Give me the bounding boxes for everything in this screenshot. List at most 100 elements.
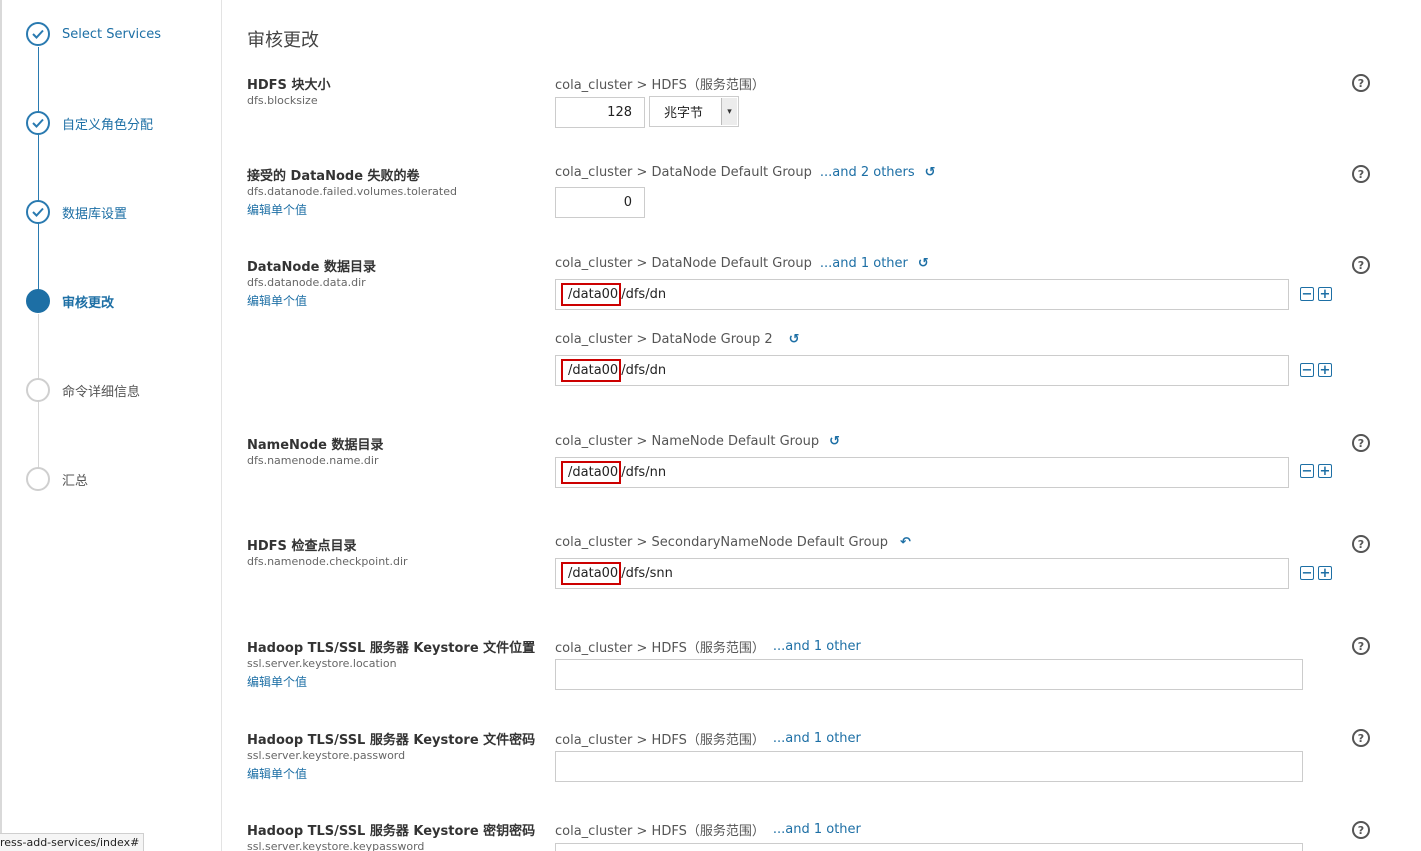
step-summary: 汇总 [26, 466, 88, 492]
step-label: 命令详细信息 [62, 384, 141, 400]
prop-key: dfs.blocksize [247, 94, 318, 107]
undo-icon[interactable]: ↺ [829, 434, 840, 449]
row-controls: − + [1300, 566, 1332, 580]
scope-text: cola_cluster > HDFS（服务范围） [555, 733, 765, 748]
help-icon[interactable]: ? [1352, 821, 1370, 839]
others-link[interactable]: ...and 1 other [773, 731, 861, 746]
help-icon[interactable]: ? [1352, 74, 1370, 92]
help-icon[interactable]: ? [1352, 637, 1370, 655]
prop-scope: cola_cluster > HDFS（服务范围） ...and 1 other [555, 637, 861, 656]
others-link[interactable]: ...and 2 others [820, 165, 915, 180]
prop-scope: cola_cluster > HDFS（服务范围） [555, 74, 765, 93]
scope-text: cola_cluster > HDFS（服务范围） [555, 78, 765, 93]
help-icon[interactable]: ? [1352, 729, 1370, 747]
plus-icon[interactable]: + [1318, 363, 1332, 377]
minus-icon[interactable]: − [1300, 287, 1314, 301]
prop-name: HDFS 块大小 [247, 78, 331, 93]
step-label: 自定义角色分配 [62, 117, 154, 133]
checkpoint-dir-input[interactable]: /data00/dfs/snn [555, 558, 1289, 589]
highlighted-prefix: /data00 [561, 562, 622, 585]
path-rest: /dfs/dn [621, 363, 667, 378]
others-link[interactable]: ...and 1 other [773, 639, 861, 654]
help-icon[interactable]: ? [1352, 256, 1370, 274]
prop-name: Hadoop TLS/SSL 服务器 Keystore 密钥密码 [247, 824, 536, 839]
others-link[interactable]: ...and 1 other [773, 822, 861, 837]
highlighted-prefix: /data00 [561, 283, 622, 306]
scope-text: cola_cluster > DataNode Group 2 [555, 332, 773, 347]
step-label: Select Services [62, 26, 162, 42]
others-link[interactable]: ...and 1 other [820, 256, 908, 271]
keystore-password-input[interactable] [555, 751, 1303, 782]
blocksize-input[interactable]: 128 [555, 97, 645, 128]
help-icon[interactable]: ? [1352, 434, 1370, 452]
chevron-down-icon: ▾ [721, 98, 737, 125]
pending-step-circle-icon [26, 378, 50, 402]
review-changes-panel: 审核更改 HDFS 块大小 dfs.blocksize cola_cluster… [223, 0, 1421, 851]
plus-icon[interactable]: + [1318, 464, 1332, 478]
prop-key: ssl.server.keystore.keypassword [247, 840, 425, 851]
prop-key: ssl.server.keystore.location [247, 657, 397, 670]
edit-individual-values-link[interactable]: 编辑单个值 [247, 673, 307, 690]
help-icon[interactable]: ? [1352, 535, 1370, 553]
revert-icon[interactable]: ↶ [900, 535, 911, 550]
row-controls: − + [1300, 464, 1332, 478]
step-database-setup[interactable]: 数据库设置 [26, 199, 127, 225]
help-icon[interactable]: ? [1352, 165, 1370, 183]
prop-scope: cola_cluster > DataNode Default Group ..… [555, 165, 936, 180]
step-label: 汇总 [62, 473, 89, 489]
prop-name: DataNode 数据目录 [247, 260, 377, 275]
check-icon [26, 200, 50, 224]
prop-key: ssl.server.keystore.password [247, 749, 406, 762]
undo-icon[interactable]: ↺ [789, 332, 800, 347]
minus-icon[interactable]: − [1300, 566, 1314, 580]
scope-text: cola_cluster > HDFS（服务范围） [555, 824, 765, 839]
path-rest: /dfs/nn [621, 465, 667, 480]
keystore-keypassword-input[interactable] [555, 843, 1303, 851]
scope-text: cola_cluster > SecondaryNameNode Default… [555, 535, 889, 550]
current-step-dot-icon [26, 289, 50, 313]
step-select-services[interactable]: Select Services [26, 21, 161, 47]
prop-key: dfs.datanode.data.dir [247, 276, 366, 289]
step-command-details: 命令详细信息 [26, 377, 140, 403]
highlighted-prefix: /data00 [561, 461, 622, 484]
minus-icon[interactable]: − [1300, 464, 1314, 478]
prop-name: 接受的 DataNode 失败的卷 [247, 169, 420, 184]
edit-individual-values-link[interactable]: 编辑单个值 [247, 765, 307, 782]
step-review-changes[interactable]: 审核更改 [26, 288, 114, 314]
scope-text: cola_cluster > NameNode Default Group [555, 434, 820, 449]
plus-icon[interactable]: + [1318, 287, 1332, 301]
prop-scope: cola_cluster > HDFS（服务范围） ...and 1 other [555, 729, 861, 748]
prop-key: dfs.datanode.failed.volumes.tolerated [247, 185, 457, 198]
unit-select[interactable]: 兆字节 ▾ [649, 96, 739, 127]
check-icon [26, 111, 50, 135]
wizard-sidebar: Select Services 自定义角色分配 数据库设置 审核更改 命令详细信… [0, 0, 222, 851]
page-title: 审核更改 [247, 30, 319, 51]
prop-scope: cola_cluster > DataNode Default Group ..… [555, 256, 929, 271]
step-label: 数据库设置 [62, 206, 128, 222]
datanode-dir-input-2[interactable]: /data00/dfs/dn [555, 355, 1289, 386]
prop-name: Hadoop TLS/SSL 服务器 Keystore 文件位置 [247, 641, 536, 656]
prop-scope: cola_cluster > DataNode Group 2 ↺ [555, 332, 800, 347]
prop-scope: cola_cluster > NameNode Default Group ↺ [555, 434, 840, 449]
row-controls: − + [1300, 363, 1332, 377]
step-label: 审核更改 [62, 295, 115, 311]
failed-volumes-input[interactable]: 0 [555, 187, 645, 218]
prop-scope: cola_cluster > SecondaryNameNode Default… [555, 535, 911, 550]
check-icon [26, 22, 50, 46]
keystore-location-input[interactable] [555, 659, 1303, 690]
step-custom-role-assignment[interactable]: 自定义角色分配 [26, 110, 153, 136]
edit-individual-values-link[interactable]: 编辑单个值 [247, 201, 307, 218]
minus-icon[interactable]: − [1300, 363, 1314, 377]
unit-select-value: 兆字节 [664, 106, 704, 121]
prop-key: dfs.namenode.name.dir [247, 454, 379, 467]
undo-icon[interactable]: ↺ [918, 256, 929, 271]
pending-step-circle-icon [26, 467, 50, 491]
datanode-dir-input-1[interactable]: /data00/dfs/dn [555, 279, 1289, 310]
edit-individual-values-link[interactable]: 编辑单个值 [247, 292, 307, 309]
prop-name: NameNode 数据目录 [247, 438, 384, 453]
prop-name: HDFS 检查点目录 [247, 539, 357, 554]
namenode-dir-input[interactable]: /data00/dfs/nn [555, 457, 1289, 488]
highlighted-prefix: /data00 [561, 359, 622, 382]
undo-icon[interactable]: ↺ [925, 165, 936, 180]
plus-icon[interactable]: + [1318, 566, 1332, 580]
